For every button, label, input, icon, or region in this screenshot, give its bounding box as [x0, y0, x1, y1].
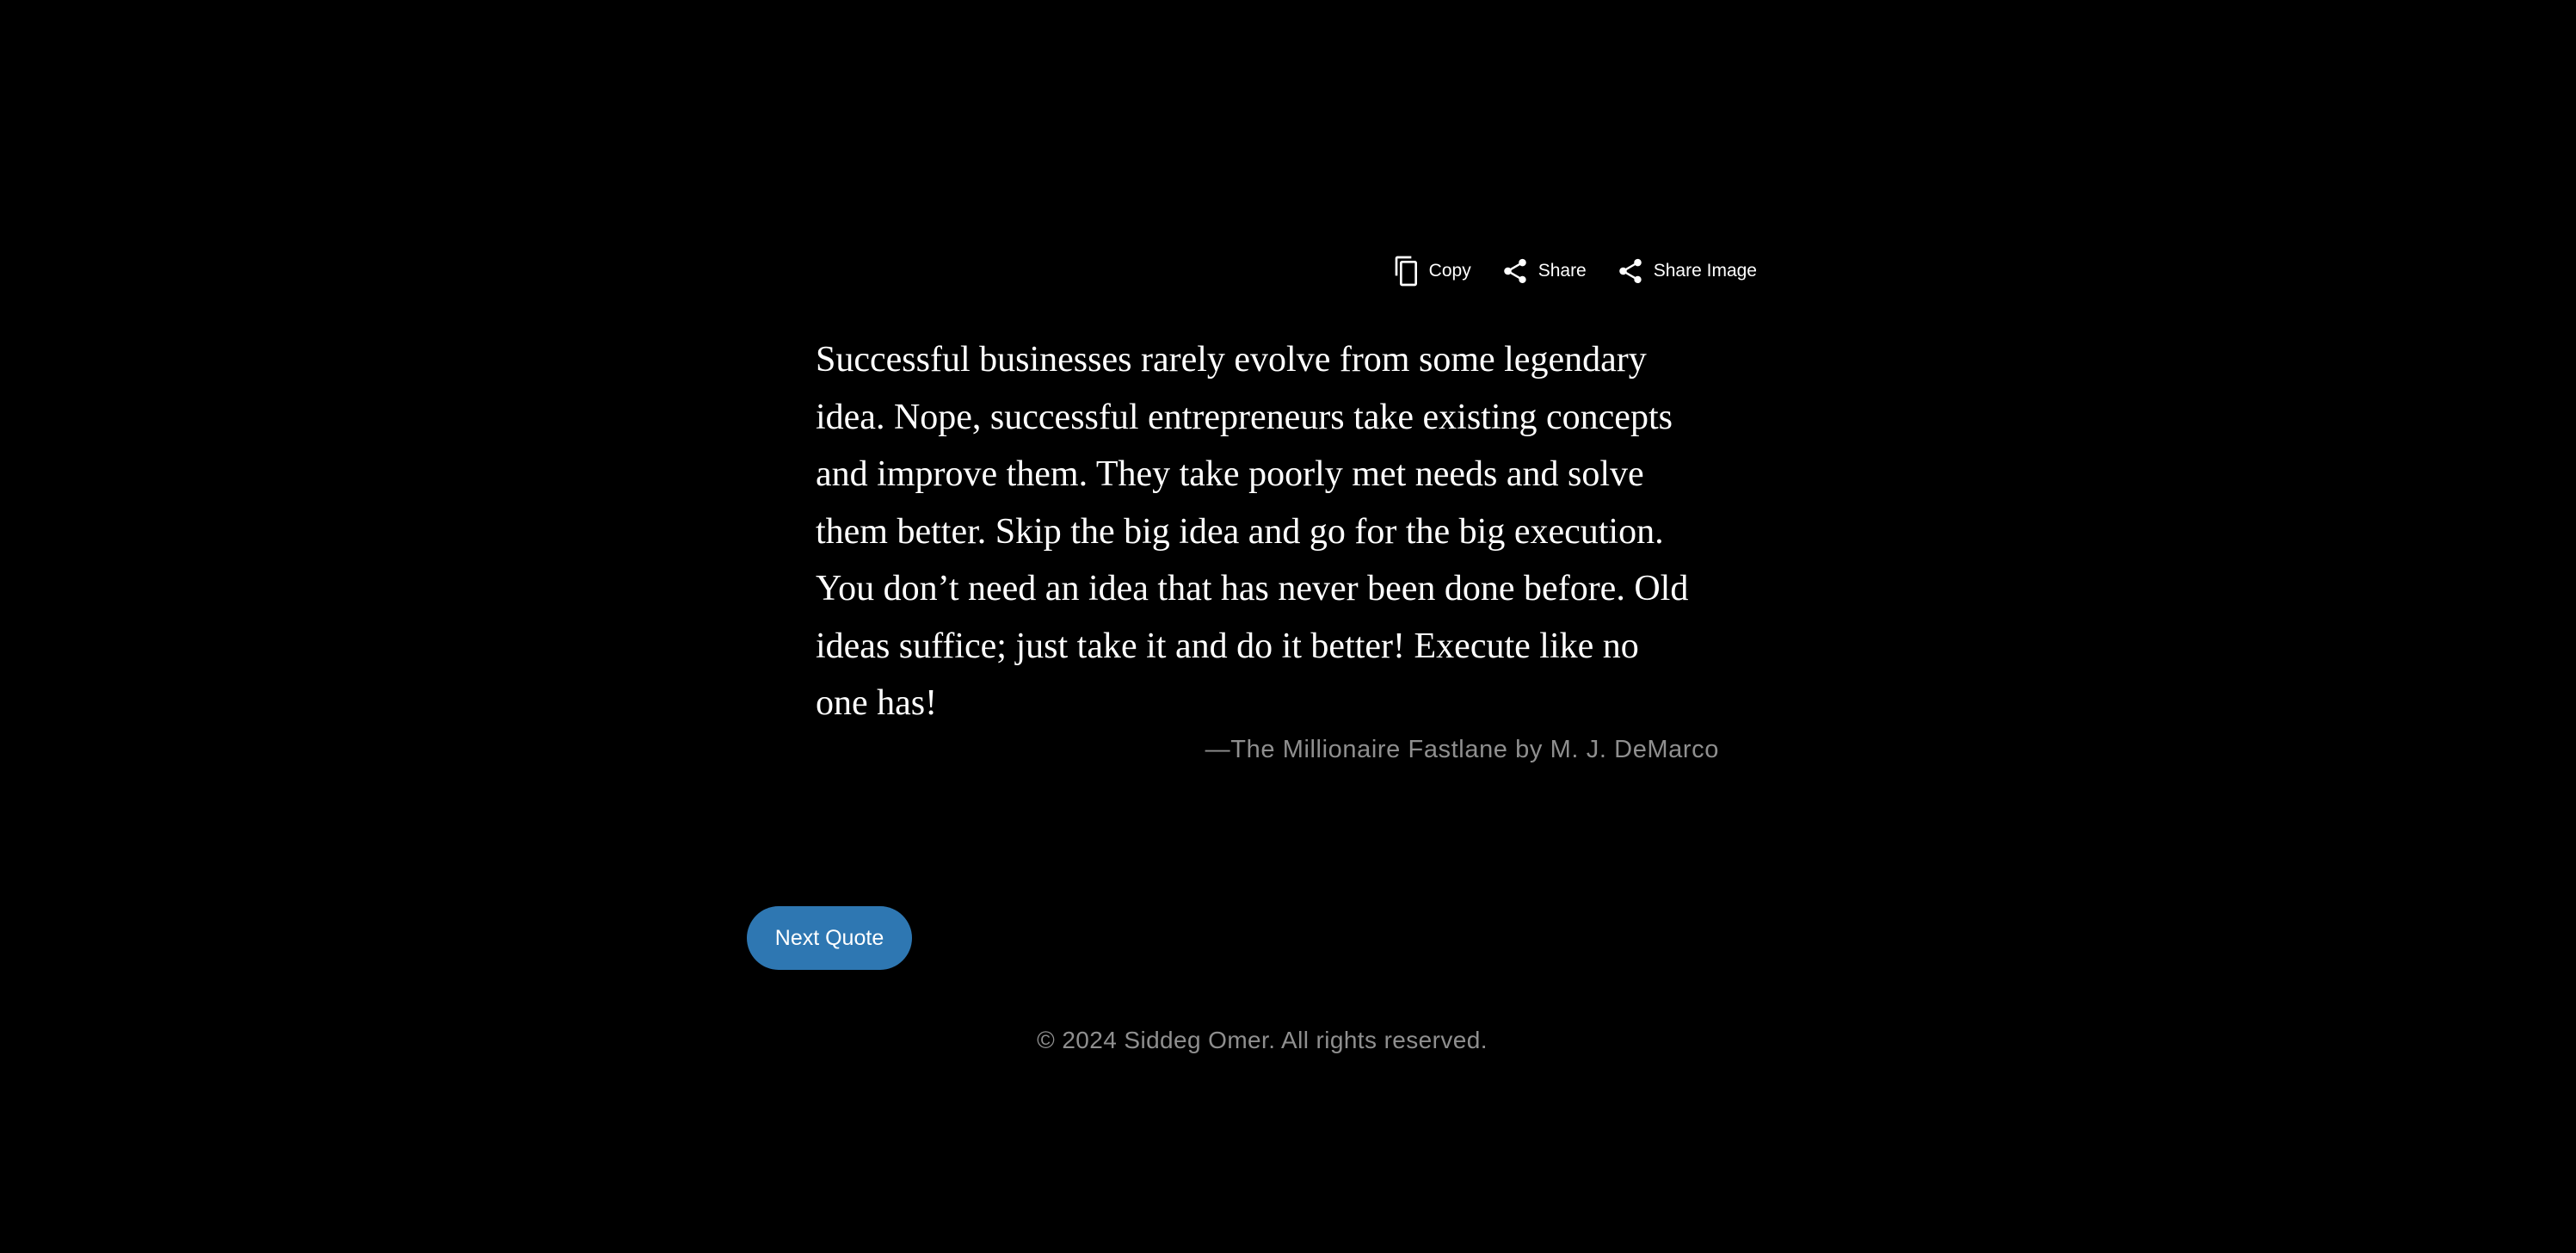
next-quote-button[interactable]: Next Quote — [747, 906, 912, 970]
quote-line: Successful businesses rarely evolve from… — [816, 340, 1647, 380]
quote-card: Successful businesses rarely evolve from… — [816, 331, 1719, 767]
share-image-label: Share Image — [1653, 261, 1757, 281]
quote-line: idea. Nope, successful entrepreneurs tak… — [816, 397, 1673, 437]
share-label: Share — [1538, 261, 1587, 281]
quote-line: You don’t need an idea that has never be… — [816, 569, 1689, 608]
quote-toolbar: Copy Share Share Image — [1384, 250, 1757, 293]
quote-text: Successful businesses rarely evolve from… — [816, 331, 1719, 732]
footer-copyright: © 2024 Siddeg Omer. All rights reserved. — [1037, 1027, 1488, 1053]
quote-line: one has! — [816, 683, 938, 723]
share-button[interactable]: Share — [1501, 256, 1587, 286]
share-icon — [1501, 256, 1530, 286]
copy-icon — [1393, 255, 1420, 287]
share-image-icon — [1616, 256, 1645, 286]
quote-line: ideas suffice; just take it and do it be… — [816, 626, 1639, 666]
copy-label: Copy — [1428, 261, 1471, 281]
quote-attribution: —The Millionaire Fastlane by M. J. DeMar… — [1205, 735, 1719, 763]
quote-line: and improve them. They take poorly met n… — [816, 454, 1644, 494]
copy-button[interactable]: Copy — [1393, 255, 1471, 287]
share-image-button[interactable]: Share Image — [1616, 256, 1757, 286]
quote-line: them better. Skip the big idea and go fo… — [816, 511, 1664, 552]
